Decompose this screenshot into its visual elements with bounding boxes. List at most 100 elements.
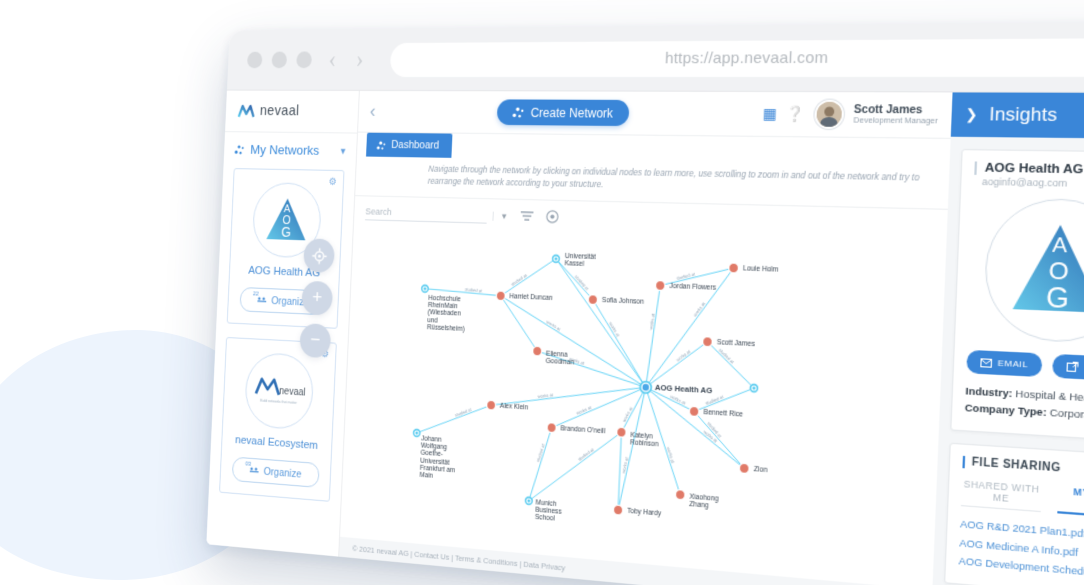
maximize-window-dot[interactable] [296,51,313,69]
user-name: Scott James [853,103,923,117]
search-row: Search ▼ [354,196,948,242]
network-graph[interactable]: studied at studied at studied at works at wo… [340,225,947,585]
back-button[interactable]: ‹ [369,100,376,122]
email-button[interactable]: EMAIL [966,349,1043,378]
user-info[interactable]: Scott James Development Manager [853,103,938,126]
graph-node-label: Main [419,471,433,480]
tab-dashboard[interactable]: Dashboard [366,132,453,158]
graph-node-label: Elienna [546,350,568,359]
browser-forward-icon[interactable]: › [353,46,367,73]
graph-node[interactable] [729,262,739,272]
svg-text:G: G [1045,282,1069,315]
external-link-icon [1067,361,1079,372]
list-item[interactable]: AOG R&D 2021 Plan1.pdf [960,516,1084,548]
graph-edge [641,387,684,494]
filter-icon[interactable] [520,210,534,225]
chevron-down-icon[interactable]: ▼ [339,146,348,156]
graph-edge [645,387,695,411]
screenshot-root: ‹ › https://app.nevaal.com ⟳ [0,0,1084,585]
tab-my-files[interactable]: MY FILES [1057,485,1084,520]
eye-icon[interactable] [546,209,559,226]
list-item[interactable]: AOG Medicine A Info.pdf [959,534,1084,567]
browser-back-icon[interactable]: ‹ [325,46,339,73]
graph-edge [660,265,733,288]
network-graph-svg[interactable]: studied atstudied at studied atworks atwo… [341,225,810,564]
organize-button-ecosystem[interactable]: 03 Organize [231,456,320,488]
graph-node-label: Universität [420,456,450,466]
network-name: AOG Health AG [247,264,321,280]
graph-node[interactable] [533,346,542,356]
network-card-aog[interactable]: ⚙ A O G AOG Health AG 22 Organize [226,168,345,329]
organize-count: 03 [245,461,252,468]
minimize-window-dot[interactable] [271,51,288,69]
brand-logo[interactable]: nevaal [225,90,359,134]
file-sharing-title: FILE SHARING [962,456,1084,481]
graph-edge [646,265,734,392]
my-networks-label: My Networks [249,142,320,158]
graph-node[interactable] [703,336,713,346]
gear-icon[interactable]: ⚙ [328,177,337,188]
graph-node[interactable] [496,291,505,301]
gear-icon[interactable]: ⚙ [321,349,330,360]
website-button[interactable]: WEBSITE [1052,353,1084,383]
graph-node[interactable] [588,294,598,304]
graph-node-label: Robinson [630,439,659,449]
help-circle-icon[interactable]: ❔ [786,105,805,123]
graph-node[interactable] [675,489,685,500]
graph-node[interactable] [689,406,699,416]
zoom-in-button[interactable]: + [301,280,334,316]
graph-node-hub[interactable] [640,381,651,393]
graph-edge [552,382,646,434]
company-email[interactable]: aoginfo@aog.com [974,176,1084,191]
list-item[interactable]: AOG Development Schedule.pdf [958,552,1084,585]
file-list: AOG R&D 2021 Plan1.pdf AOG Medicine A In… [958,516,1084,585]
svg-text:G: G [281,224,291,240]
create-network-button[interactable]: Create Network [496,99,630,127]
graph-node[interactable] [750,384,758,392]
address-bar[interactable]: https://app.nevaal.com ⟳ [389,37,1084,77]
company-actions: EMAIL WEBSITE [966,349,1084,383]
browser-chrome: ‹ › https://app.nevaal.com ⟳ [226,21,1084,94]
graph-node-label: AOG Health AG [655,382,713,395]
graph-node[interactable] [525,497,532,505]
graph-edge-label: studied at [454,406,473,417]
organize-button-aog[interactable]: 22 Organize [239,286,327,316]
center-graph-button[interactable] [303,238,336,273]
graph-node[interactable] [613,504,623,514]
graph-edge-label: studied at [465,286,484,293]
graph-node-label: Alex Klein [500,402,529,411]
graph-node[interactable] [739,463,749,474]
search-input[interactable]: Search [365,205,488,224]
graph-node-label: Wolfgang [421,442,448,451]
my-networks-header[interactable]: My Networks ▼ [224,132,357,166]
chevron-down-icon[interactable]: ▼ [492,211,509,222]
close-window-dot[interactable] [246,51,263,69]
insights-header[interactable]: ❯ Insights [950,92,1084,140]
graph-edge [497,295,649,386]
graph-node[interactable] [655,280,665,290]
graph-node[interactable] [487,400,496,410]
graph-node[interactable] [617,427,627,437]
zoom-out-button[interactable]: − [299,323,332,359]
graph-node-label: Toby Hardy [627,507,662,518]
graph-node[interactable] [552,255,559,262]
avatar[interactable] [814,99,845,130]
chevron-right-icon[interactable]: ❯ [965,106,978,124]
tab-shared-with-me[interactable]: SHARED WITH ME [960,478,1042,513]
graph-node[interactable] [413,429,420,436]
brand-name: nevaal [259,103,300,120]
graph-node[interactable] [547,422,556,432]
device-mockup: ‹ › https://app.nevaal.com ⟳ [206,21,1084,585]
company-type-row: Company Type: Corporate [964,400,1084,428]
svg-text:O: O [1048,258,1069,286]
window-controls[interactable] [246,51,313,69]
insights-title: Insights [988,103,1058,126]
tab-row: Dashboard [357,132,951,168]
organize-label: Organize [263,465,302,481]
graph-node-label: Bennett Rice [703,408,743,418]
graph-node-label: Zion [754,465,769,474]
network-card-ecosystem[interactable]: ⚙ nevaal Build networks that matter neva… [219,336,337,502]
graph-node-label: Louie Holm [743,264,779,273]
message-icon[interactable]: ▦ [762,105,777,123]
graph-node[interactable] [422,285,429,292]
